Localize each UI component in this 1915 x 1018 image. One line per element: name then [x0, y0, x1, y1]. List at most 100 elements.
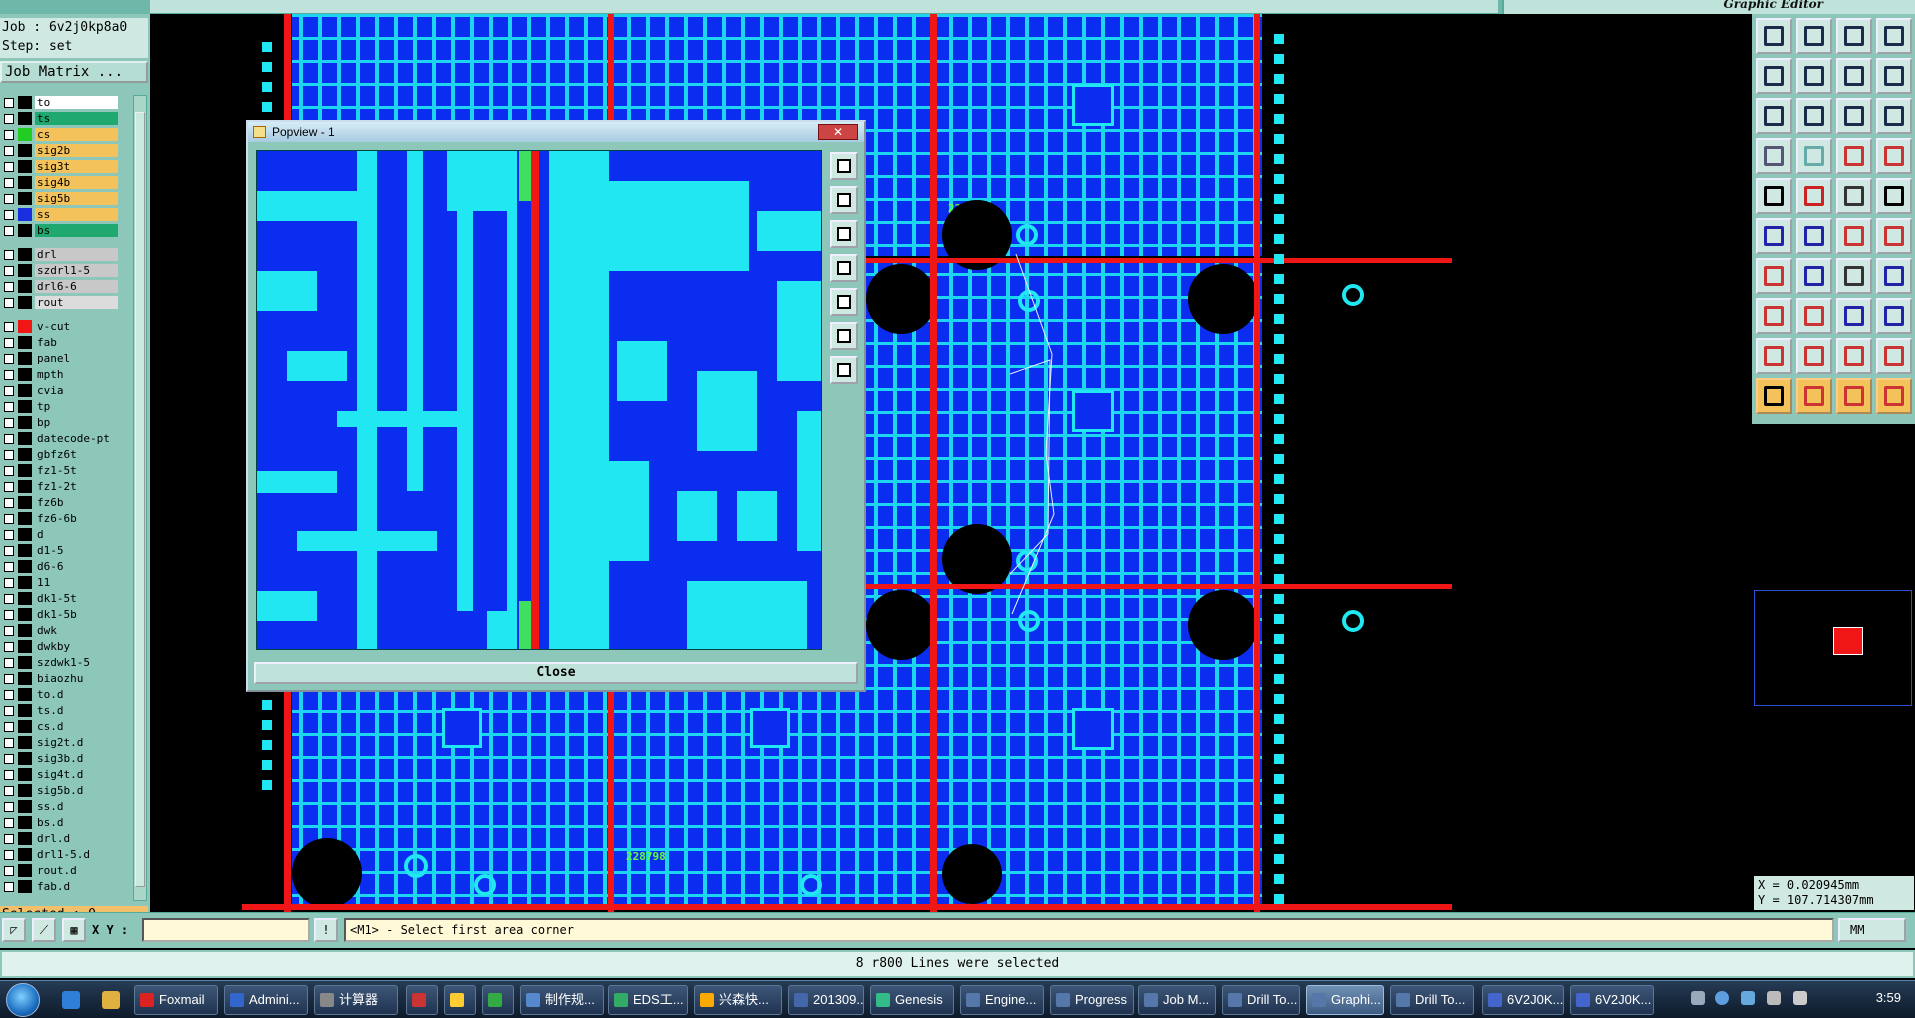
layer-row[interactable]: sig5b.d: [0, 783, 120, 798]
settings-icon[interactable]: [1756, 138, 1792, 174]
taskbar-item[interactable]: 6V2J0K...: [1482, 985, 1564, 1015]
pan-right-icon[interactable]: [1796, 58, 1832, 94]
layer-checkbox[interactable]: [4, 450, 14, 460]
vcut-line[interactable]: [1254, 14, 1260, 912]
volume-icon[interactable]: [1793, 991, 1807, 1005]
connect-icon[interactable]: [1836, 218, 1872, 254]
view-indicator[interactable]: [1833, 627, 1863, 655]
layer-color-swatch[interactable]: [18, 544, 32, 557]
taskbar-item[interactable]: [406, 985, 438, 1015]
layer-color-swatch[interactable]: [18, 592, 32, 605]
taskbar-item[interactable]: [444, 985, 476, 1015]
help-icon[interactable]: [1876, 98, 1912, 134]
layer-row[interactable]: biaozhu: [0, 671, 120, 686]
taskbar-item[interactable]: 制作规...: [520, 985, 604, 1015]
pop-pan-left-icon[interactable]: [830, 254, 858, 282]
layer-checkbox[interactable]: [4, 770, 14, 780]
layer-row[interactable]: sig4t.d: [0, 767, 120, 782]
folder-icon[interactable]: [102, 991, 120, 1009]
pan-left-icon[interactable]: [1756, 58, 1792, 94]
layer-checkbox[interactable]: [4, 530, 14, 540]
layer-color-swatch[interactable]: [18, 432, 32, 445]
layer-checkbox[interactable]: [4, 514, 14, 524]
layer-row[interactable]: bp: [0, 415, 120, 430]
split-view-icon[interactable]: [1876, 58, 1912, 94]
vcut-line[interactable]: [930, 14, 937, 912]
layer-checkbox[interactable]: [4, 178, 14, 188]
link-icon[interactable]: [1876, 218, 1912, 254]
layer-checkbox[interactable]: [4, 738, 14, 748]
add-line-icon[interactable]: [1796, 178, 1832, 214]
layer-row[interactable]: 11: [0, 575, 120, 590]
layer-color-swatch[interactable]: [18, 736, 32, 749]
network-icon[interactable]: [1767, 991, 1781, 1005]
layer-checkbox[interactable]: [4, 690, 14, 700]
scrollbar-thumb[interactable]: [135, 112, 145, 887]
popview-window[interactable]: Popview - 1 ✕ Close: [246, 120, 866, 692]
layer-row[interactable]: dwkby: [0, 639, 120, 654]
one-to-one-icon[interactable]: [1836, 98, 1872, 134]
layer-row[interactable]: datecode-pt: [0, 431, 120, 446]
layer-color-swatch[interactable]: [18, 656, 32, 669]
popview-close-button[interactable]: Close: [254, 662, 858, 684]
layer-checkbox[interactable]: [4, 722, 14, 732]
layer-checkbox[interactable]: [4, 802, 14, 812]
layer-color-swatch[interactable]: [18, 832, 32, 845]
layer-color-swatch[interactable]: [18, 264, 32, 277]
layer-row[interactable]: dwk: [0, 623, 120, 638]
layer-checkbox[interactable]: [4, 562, 14, 572]
pad-icon[interactable]: [1876, 178, 1912, 214]
layer-color-swatch[interactable]: [18, 96, 32, 109]
fill-icon[interactable]: [1876, 258, 1912, 294]
layer-checkbox[interactable]: [4, 866, 14, 876]
pop-zoom-in-icon[interactable]: [830, 322, 858, 350]
layer-color-swatch[interactable]: [18, 496, 32, 509]
layer-checkbox[interactable]: [4, 466, 14, 476]
snap-mode-icon[interactable]: ◸: [2, 918, 26, 942]
layer-color-swatch[interactable]: [18, 752, 32, 765]
layer-checkbox[interactable]: [4, 434, 14, 444]
layer-color-swatch[interactable]: [18, 448, 32, 461]
taskbar-item[interactable]: 计算器: [314, 985, 398, 1015]
layer-row[interactable]: sig3b.d: [0, 751, 120, 766]
layer-checkbox[interactable]: [4, 754, 14, 764]
layer-row[interactable]: to: [0, 95, 120, 110]
layer-color-swatch[interactable]: [18, 464, 32, 477]
layer-color-swatch[interactable]: [18, 384, 32, 397]
pop-zoom-out-icon[interactable]: [830, 356, 858, 384]
layer-checkbox[interactable]: [4, 418, 14, 428]
layer-row[interactable]: fz6-6b: [0, 511, 120, 526]
back-view-icon[interactable]: [1836, 58, 1872, 94]
taskbar-item[interactable]: EDS工...: [608, 985, 688, 1015]
layer-row[interactable]: ss.d: [0, 799, 120, 814]
layer-checkbox[interactable]: [4, 658, 14, 668]
vcut-line[interactable]: [242, 904, 1452, 910]
layer-row[interactable]: cs: [0, 127, 120, 142]
measure-mode-icon[interactable]: ⟋: [32, 918, 56, 942]
layer-color-swatch[interactable]: [18, 800, 32, 813]
job-matrix-button[interactable]: Job Matrix ...: [0, 61, 148, 83]
taskbar-item[interactable]: Drill To...: [1390, 985, 1474, 1015]
layer-color-swatch[interactable]: [18, 608, 32, 621]
taskbar-item[interactable]: 6V2J0K...: [1570, 985, 1654, 1015]
copy-icon[interactable]: [1876, 298, 1912, 334]
layer-row[interactable]: dk1-5t: [0, 591, 120, 606]
layer-row[interactable]: sig4b: [0, 175, 120, 190]
layer-row[interactable]: ss: [0, 207, 120, 222]
pop-pan-right-icon[interactable]: [830, 288, 858, 316]
layer-row[interactable]: fab: [0, 335, 120, 350]
select-multi-icon[interactable]: [1876, 378, 1912, 414]
layer-row[interactable]: fz6b: [0, 495, 120, 510]
layer-color-swatch[interactable]: [18, 368, 32, 381]
taskbar-item[interactable]: Genesis: [870, 985, 954, 1015]
layer-checkbox[interactable]: [4, 298, 14, 308]
layer-checkbox[interactable]: [4, 194, 14, 204]
layer-color-swatch[interactable]: [18, 880, 32, 893]
window-layout-icon[interactable]: [1876, 18, 1912, 54]
layer-color-swatch[interactable]: [18, 672, 32, 685]
select-red-icon[interactable]: [1836, 378, 1872, 414]
layer-checkbox[interactable]: [4, 482, 14, 492]
layer-checkbox[interactable]: [4, 498, 14, 508]
taskbar-item[interactable]: Foxmail: [134, 985, 218, 1015]
layer-color-swatch[interactable]: [18, 192, 32, 205]
